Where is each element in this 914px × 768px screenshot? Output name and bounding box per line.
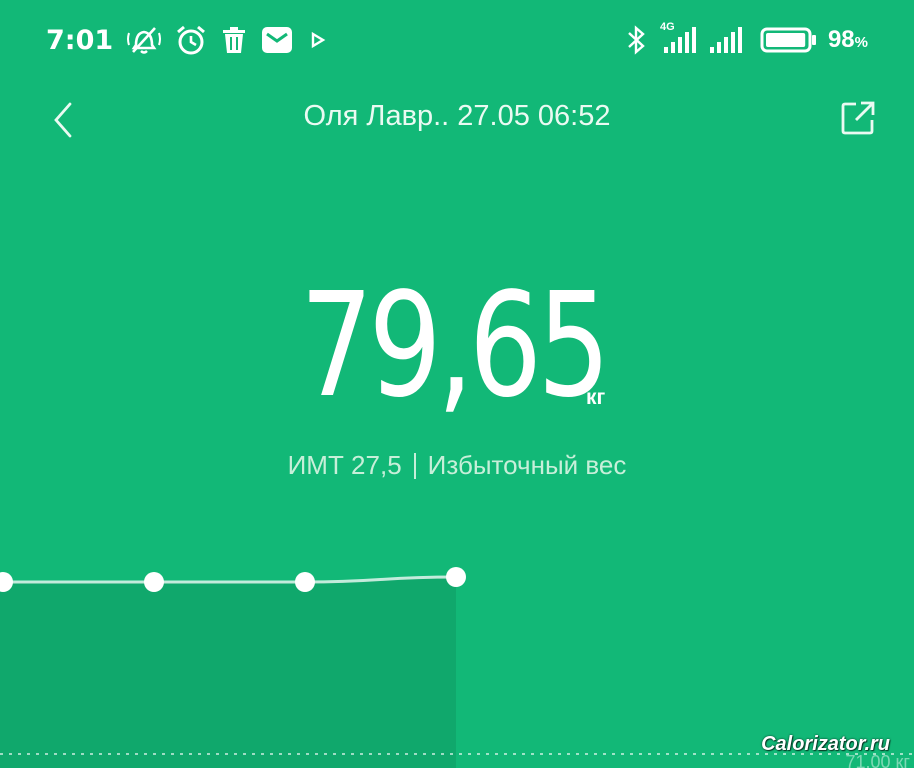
share-button[interactable] — [838, 98, 878, 138]
signal-icon — [708, 25, 750, 55]
divider — [413, 452, 416, 479]
bluetooth-icon — [626, 24, 648, 56]
status-left: 7:01 — [46, 22, 329, 58]
weight-display: 79,65 кг — [0, 270, 914, 430]
weight-unit: кг — [586, 386, 606, 409]
bmi-summary: ИМТ 27,5 Избыточный вес — [0, 450, 914, 481]
header: Оля Лавр.. 27.05 06:52 — [0, 90, 914, 150]
chart-area — [0, 577, 456, 768]
alarm-icon — [175, 24, 207, 56]
page-title: Оля Лавр.. 27.05 06:52 — [303, 100, 611, 132]
trash-icon — [221, 26, 247, 54]
chart-point[interactable] — [446, 567, 466, 587]
play-icon — [307, 29, 329, 51]
status-time: 7:01 — [46, 24, 114, 56]
chart-point[interactable] — [295, 572, 315, 592]
battery-percent: 98% — [827, 26, 868, 53]
mail-icon — [261, 25, 293, 55]
mute-icon — [127, 25, 162, 55]
battery-icon — [760, 26, 818, 54]
chart-point[interactable] — [144, 572, 164, 592]
signal-icon: 4G — [658, 21, 698, 55]
axis-tick-label: 71.00 кг — [845, 752, 911, 768]
share-external-icon — [838, 101, 878, 142]
bmi-value: ИМТ 27,5 — [287, 450, 402, 480]
status-bar: 7:01 4G 98% — [0, 0, 914, 80]
status-right: 4G 98% — [626, 21, 868, 58]
network-type-label: 4G — [659, 21, 675, 33]
weight-status: Избыточный вес — [427, 450, 627, 480]
weight-value: 79,65 — [300, 261, 611, 429]
